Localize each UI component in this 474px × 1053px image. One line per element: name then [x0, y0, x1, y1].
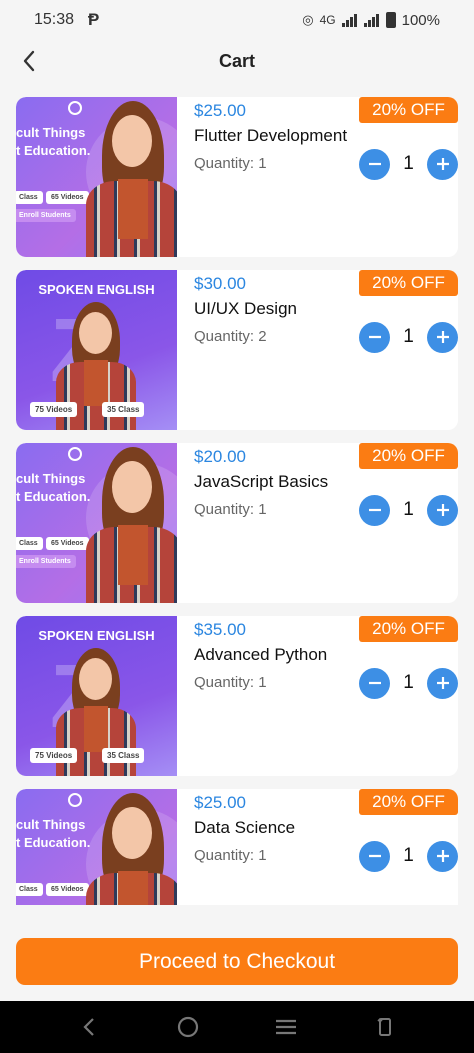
plus-icon [436, 331, 449, 343]
signal-icon [341, 13, 357, 27]
network-label: 4G [319, 13, 336, 27]
minus-icon [368, 854, 381, 858]
course-thumbnail: cult Things t Education. Class 65 Videos… [16, 97, 177, 257]
increase-button[interactable] [427, 148, 458, 180]
quantity-stepper: 1 [359, 494, 458, 526]
rotate-icon [377, 1017, 391, 1036]
cart-item[interactable]: Z SPOKEN ENGLISH 75 Videos 35 Class $35.… [16, 616, 458, 776]
app-bar: Cart [0, 40, 474, 82]
minus-icon [368, 162, 381, 166]
quantity-stepper: 1 [359, 321, 458, 353]
course-thumbnail: Z SPOKEN ENGLISH 75 Videos 35 Class [16, 270, 177, 430]
item-quantity: Quantity: 2 [194, 328, 267, 345]
home-circle-icon [177, 1016, 198, 1038]
course-thumbnail: cult Things t Education. Class 65 Videos… [16, 443, 177, 603]
cart-item[interactable]: cult Things t Education. Class 65 Videos… [16, 443, 458, 603]
person-image [84, 101, 177, 257]
discount-badge: 20% OFF [359, 443, 458, 469]
increase-button[interactable] [427, 321, 458, 353]
battery-label: 100% [401, 11, 440, 29]
quantity-stepper: 1 [359, 667, 458, 699]
cart-item[interactable]: cult Things t Education. Class 65 Videos… [16, 97, 458, 257]
plus-icon [436, 158, 449, 170]
back-arrow-icon [83, 1018, 95, 1036]
back-button[interactable] [14, 46, 44, 76]
item-quantity: Quantity: 1 [194, 501, 267, 518]
item-quantity: Quantity: 1 [194, 674, 267, 691]
plus-icon [436, 677, 449, 689]
minus-icon [368, 508, 381, 512]
stepper-value: 1 [403, 499, 414, 520]
discount-badge: 20% OFF [359, 616, 458, 642]
page-title: Cart [218, 50, 255, 71]
cart-item[interactable]: Z SPOKEN ENGLISH 75 Videos 35 Class $30.… [16, 270, 458, 430]
stepper-value: 1 [403, 845, 414, 866]
quantity-stepper: 1 [359, 148, 458, 180]
hotspot-icon: ◎ [302, 12, 314, 27]
plus-icon [436, 850, 449, 862]
status-bar: 15:38 Ᵽ ◎ 4G 100% [0, 0, 474, 40]
cart-list[interactable]: cult Things t Education. Class 65 Videos… [16, 97, 458, 905]
nav-recents-button[interactable] [271, 1012, 301, 1042]
signal-icon-2 [363, 13, 379, 27]
increase-button[interactable] [427, 494, 458, 526]
course-thumbnail: Z SPOKEN ENGLISH 75 Videos 35 Class [16, 616, 177, 776]
decrease-button[interactable] [359, 667, 390, 699]
item-price: $25.00 [194, 793, 246, 812]
status-time: 15:38 [34, 11, 75, 28]
course-thumbnail: cult Things t Education. Class 65 Videos [16, 789, 177, 905]
chevron-left-icon [23, 50, 35, 72]
discount-badge: 20% OFF [359, 270, 458, 296]
item-price: $20.00 [194, 447, 246, 466]
item-price: $25.00 [194, 101, 246, 120]
decrease-button[interactable] [359, 321, 390, 353]
minus-icon [368, 335, 381, 339]
discount-badge: 20% OFF [359, 97, 458, 123]
decrease-button[interactable] [359, 840, 390, 872]
item-quantity: Quantity: 1 [194, 155, 267, 172]
item-name: Flutter Development [194, 126, 348, 145]
stepper-value: 1 [403, 153, 414, 174]
decrease-button[interactable] [359, 148, 390, 180]
stepper-value: 1 [403, 672, 414, 693]
item-name: Advanced Python [194, 645, 328, 664]
item-name: UI/UX Design [194, 299, 297, 318]
nav-back-button[interactable] [74, 1012, 104, 1042]
item-quantity: Quantity: 1 [194, 847, 267, 864]
nav-rotate-button[interactable] [370, 1012, 400, 1042]
increase-button[interactable] [427, 667, 458, 699]
checkout-button[interactable]: Proceed to Checkout [16, 938, 458, 985]
item-name: JavaScript Basics [194, 472, 329, 491]
person-image [84, 447, 177, 603]
person-image [84, 793, 177, 905]
item-price: $30.00 [194, 274, 246, 293]
minus-icon [368, 681, 381, 685]
system-nav-bar [0, 1001, 474, 1053]
p-icon: Ᵽ [88, 10, 100, 29]
menu-icon [276, 1019, 297, 1035]
cart-item[interactable]: cult Things t Education. Class 65 Videos… [16, 789, 458, 905]
nav-home-button[interactable] [173, 1012, 203, 1042]
battery-icon [385, 12, 396, 28]
item-name: Data Science [194, 818, 296, 837]
stepper-value: 1 [403, 326, 414, 347]
discount-badge: 20% OFF [359, 789, 458, 815]
increase-button[interactable] [427, 840, 458, 872]
quantity-stepper: 1 [359, 840, 458, 872]
item-price: $35.00 [194, 620, 246, 639]
decrease-button[interactable] [359, 494, 390, 526]
plus-icon [436, 504, 449, 516]
